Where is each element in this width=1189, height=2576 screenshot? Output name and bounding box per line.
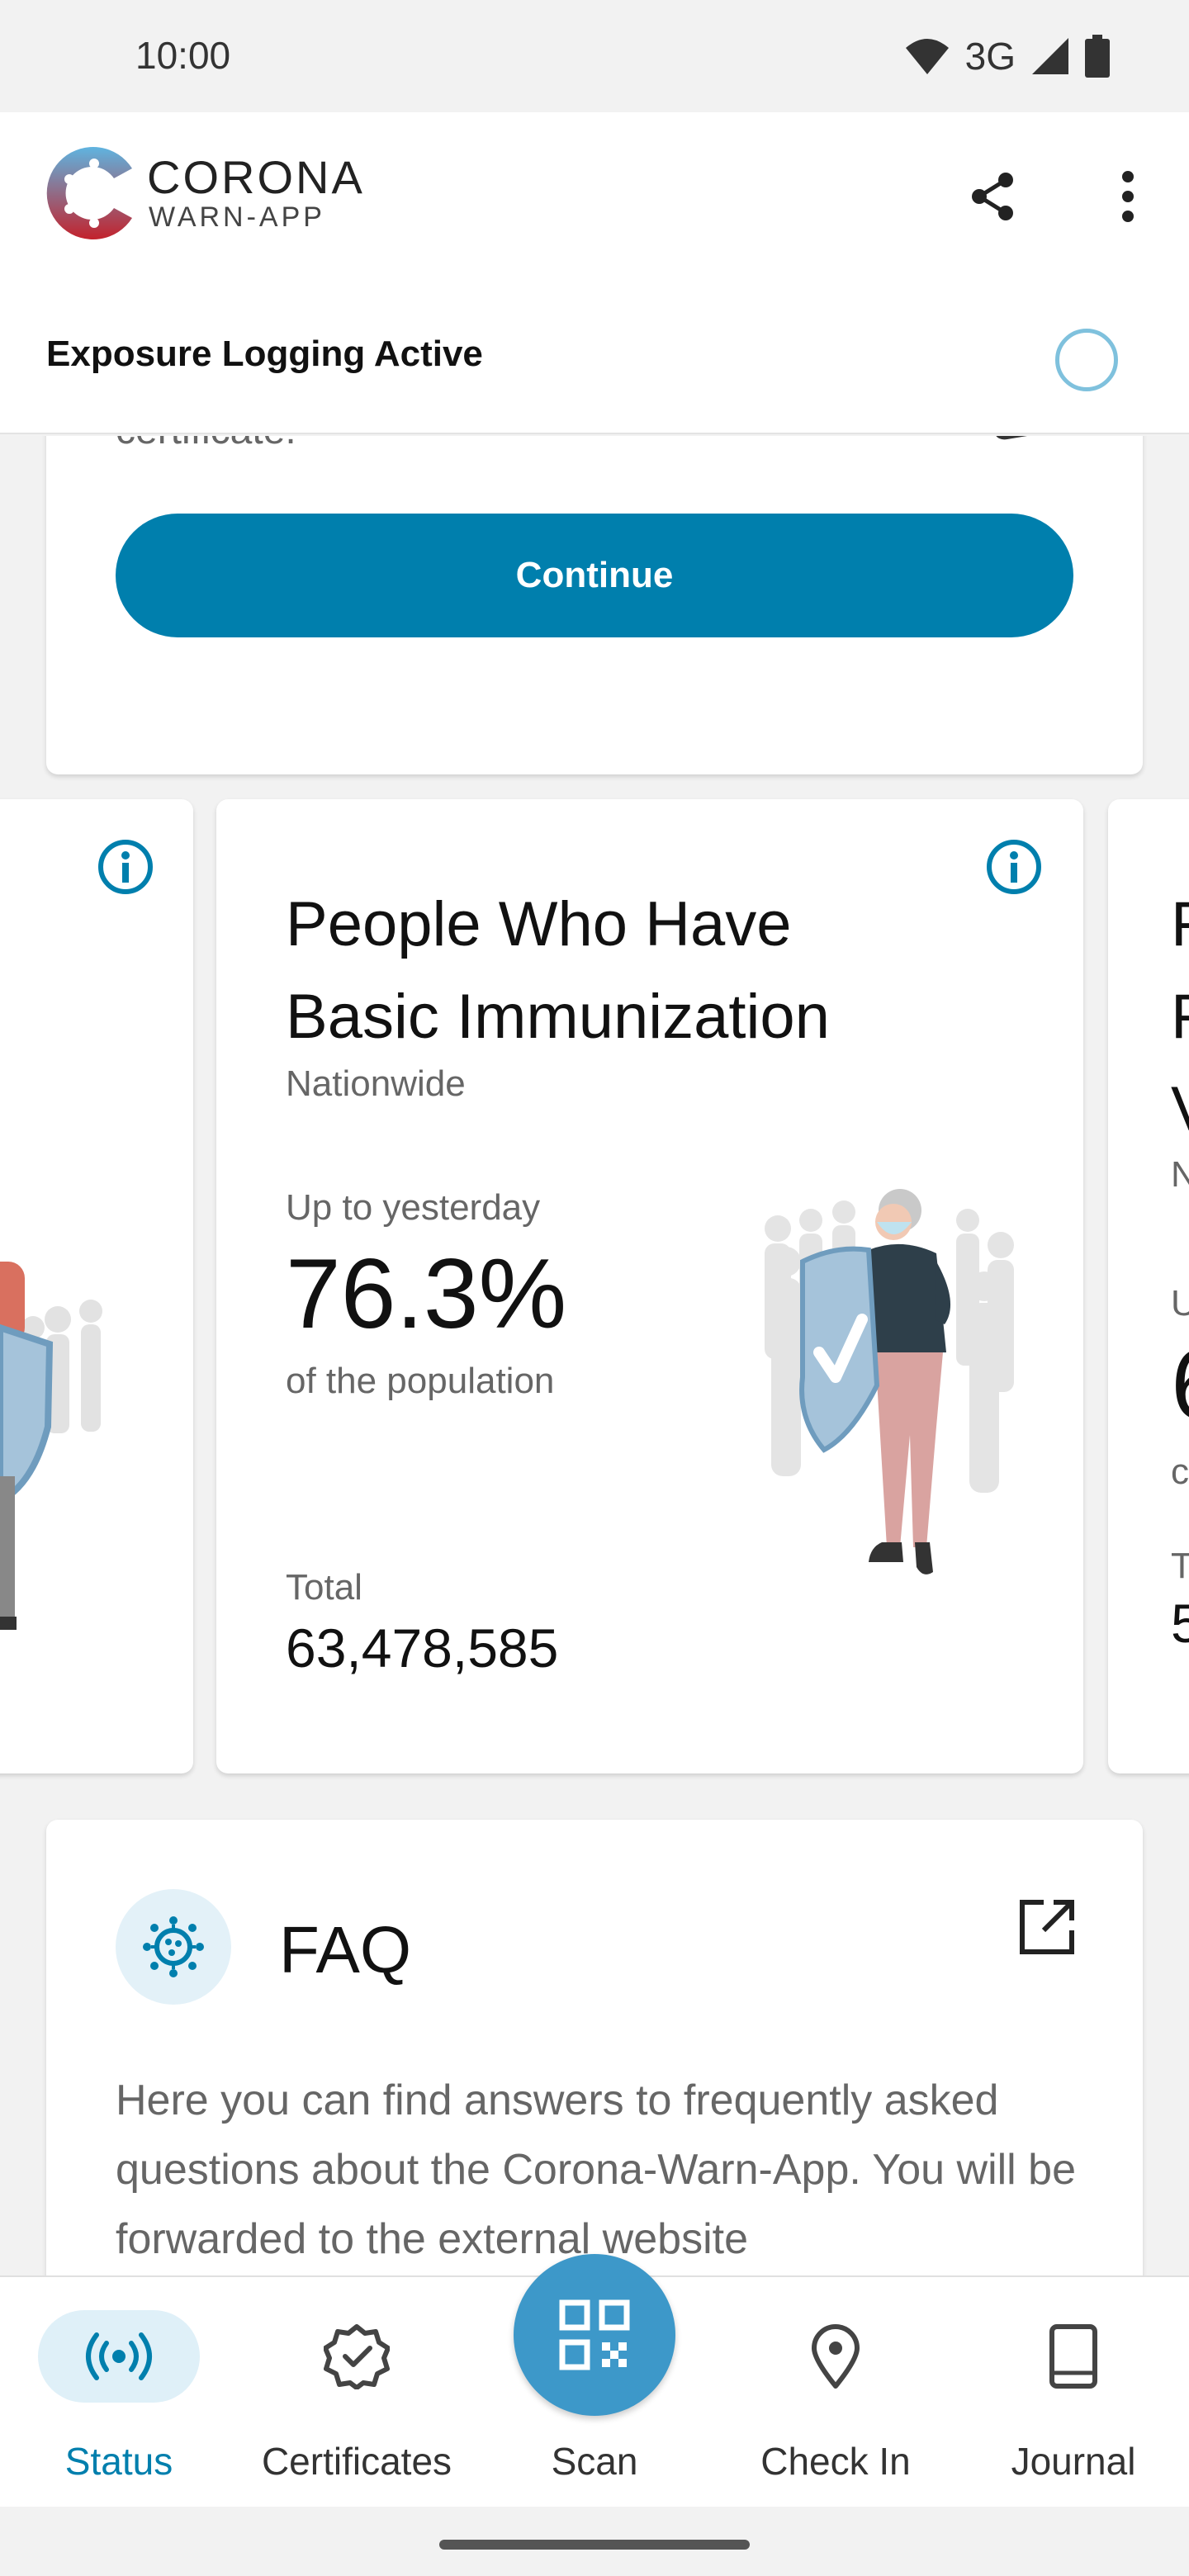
nav-icon-container — [992, 2310, 1154, 2403]
nav-label-certificates: Certificates — [261, 2440, 452, 2483]
info-icon[interactable] — [984, 837, 1044, 897]
statistic-total-label: Total — [286, 1567, 362, 1608]
nav-label-status: Status — [64, 2440, 173, 2483]
nav-item-status[interactable]: Status — [0, 2277, 238, 2508]
peek-title-letter: F — [1171, 971, 1189, 1063]
nav-item-journal[interactable]: Journal — [955, 2277, 1189, 2508]
scan-button[interactable] — [514, 2254, 675, 2416]
phone-illustration — [996, 436, 1027, 440]
statistic-period: Up to yesterday — [286, 1187, 541, 1228]
nav-item-certificates[interactable]: Certificates — [238, 2277, 476, 2508]
continue-button[interactable]: Continue — [116, 514, 1073, 637]
faq-title: FAQ — [279, 1913, 412, 1986]
home-gesture-handle[interactable] — [439, 2540, 750, 2550]
statistic-total-value: 63,478,585 — [286, 1617, 559, 1679]
nav-item-check-in[interactable]: Check In — [717, 2277, 955, 2508]
battery-icon — [1085, 35, 1110, 78]
nav-icon-container — [276, 2310, 438, 2403]
info-icon[interactable] — [96, 837, 155, 897]
status-icons: 3G — [904, 33, 1110, 79]
share-icon[interactable] — [964, 167, 1024, 226]
virus-icon — [143, 1916, 204, 1977]
certificate-card-text: certificate. — [116, 436, 296, 453]
statistic-caption: of the population — [286, 1361, 555, 1401]
nav-label-journal: Journal — [1011, 2440, 1136, 2483]
logging-progress-ring-icon — [1055, 329, 1118, 391]
corona-warn-app-logo — [46, 147, 133, 239]
statistic-region: Nationwide — [286, 1063, 466, 1104]
immunized-person-illustration — [765, 1189, 1014, 1574]
peek-title-letter: F — [1171, 878, 1189, 971]
peek-region-letter: N — [1171, 1154, 1189, 1195]
faq-description: Here you can find answers to frequently … — [116, 2076, 1077, 2263]
bottom-navigation: Status Certificates Scan Check In Journa… — [0, 2254, 1189, 2508]
peek-total-value-letter: 5 — [1171, 1593, 1189, 1654]
peek-title-letter: V — [1171, 1063, 1189, 1156]
statistics-card-basic-immunization[interactable]: People Who Have Basic Immunization Natio… — [216, 799, 1083, 1773]
external-link-icon[interactable] — [1014, 1894, 1080, 1960]
peek-value-letter: 6 — [1171, 1328, 1189, 1442]
nav-icon-container — [755, 2310, 917, 2403]
peek-period-letter: U — [1171, 1283, 1189, 1324]
broadcast-icon — [86, 2332, 152, 2380]
book-icon — [1049, 2324, 1097, 2389]
network-type: 3G — [964, 35, 1016, 78]
nav-active-indicator — [38, 2310, 200, 2403]
faq-card[interactable]: FAQ Here you can find answers to frequen… — [46, 1820, 1143, 2275]
statistic-value: 76.3% — [286, 1238, 567, 1349]
peek-total-label-letter: T — [1171, 1546, 1189, 1586]
qr-code-icon — [559, 2299, 630, 2370]
gesture-bar — [0, 2507, 1189, 2576]
exposure-logging-status[interactable]: Exposure Logging Active — [46, 334, 483, 375]
nav-label-scan: Scan — [551, 2440, 638, 2483]
certificate-card: certificate. Continue — [46, 436, 1143, 774]
peek-caption-letter: c — [1171, 1451, 1189, 1492]
app-header: CORONA WARN-APP Exposure Logging Active — [0, 112, 1189, 434]
certificate-badge-icon — [324, 2324, 390, 2389]
cell-signal-icon — [1032, 38, 1068, 74]
nav-label-check-in: Check In — [760, 2440, 911, 2483]
location-pin-icon — [812, 2324, 860, 2389]
brand-title: CORONA — [147, 151, 365, 203]
clock: 10:00 — [135, 34, 231, 77]
brand-subtitle: WARN-APP — [149, 201, 325, 233]
statistic-title: People Who Have Basic Immunization — [286, 889, 830, 1052]
faq-icon-container — [116, 1889, 231, 2005]
shield-person-illustration — [0, 1262, 102, 1630]
statistics-card-previous[interactable] — [0, 799, 193, 1773]
status-bar: 10:00 3G — [0, 0, 1189, 112]
wifi-icon — [905, 39, 949, 74]
status-feed[interactable]: certificate. Continue — [0, 436, 1189, 2275]
more-options-icon[interactable] — [1098, 167, 1158, 226]
statistics-card-next[interactable]: F F V N U 6 c T 5 — [1108, 799, 1189, 1773]
